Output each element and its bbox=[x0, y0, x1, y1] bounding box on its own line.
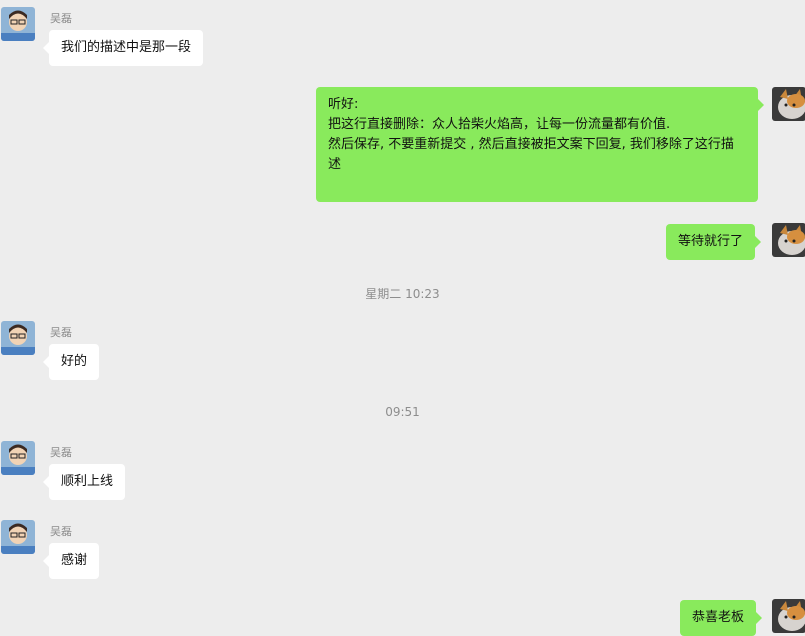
avatar[interactable] bbox=[1, 321, 35, 355]
sender-name: 吴磊 bbox=[50, 525, 72, 538]
message-bubble[interactable]: 顺利上线 bbox=[42, 464, 126, 500]
avatar[interactable] bbox=[1, 520, 35, 554]
avatar[interactable] bbox=[772, 223, 805, 257]
sender-name: 吴磊 bbox=[50, 12, 72, 25]
avatar[interactable] bbox=[1, 7, 35, 41]
message-line: 听好: bbox=[328, 97, 359, 112]
message-line: 把这行直接删除：众人拾柴火焰高，让每一份流量都有价值. bbox=[328, 117, 671, 132]
message-bubble[interactable]: 等待就行了 bbox=[666, 224, 762, 260]
timestamp: 星期二 10:23 bbox=[365, 287, 440, 301]
message-bubble[interactable]: 好的 bbox=[42, 344, 100, 380]
sender-name: 吴磊 bbox=[50, 446, 72, 459]
avatar[interactable] bbox=[772, 87, 805, 121]
avatar[interactable] bbox=[1, 441, 35, 475]
message-bubble[interactable]: 感谢 bbox=[42, 543, 100, 579]
message-bubble[interactable]: 听好: 把这行直接删除：众人拾柴火焰高，让每一份流量都有价值. 然后保存, 不要… bbox=[316, 87, 764, 202]
message-bubble[interactable]: 我们的描述中是那一段 bbox=[42, 30, 204, 66]
message-line: 然后保存, 不要重新提交 , 然后直接被拒文案下回复, 我们移除了这行描 bbox=[328, 137, 734, 152]
sender-name: 吴磊 bbox=[50, 326, 72, 339]
message-bubble[interactable]: 恭喜老板 bbox=[680, 600, 763, 636]
timestamp: 09:51 bbox=[385, 405, 420, 419]
message-line: 述 bbox=[328, 157, 342, 172]
